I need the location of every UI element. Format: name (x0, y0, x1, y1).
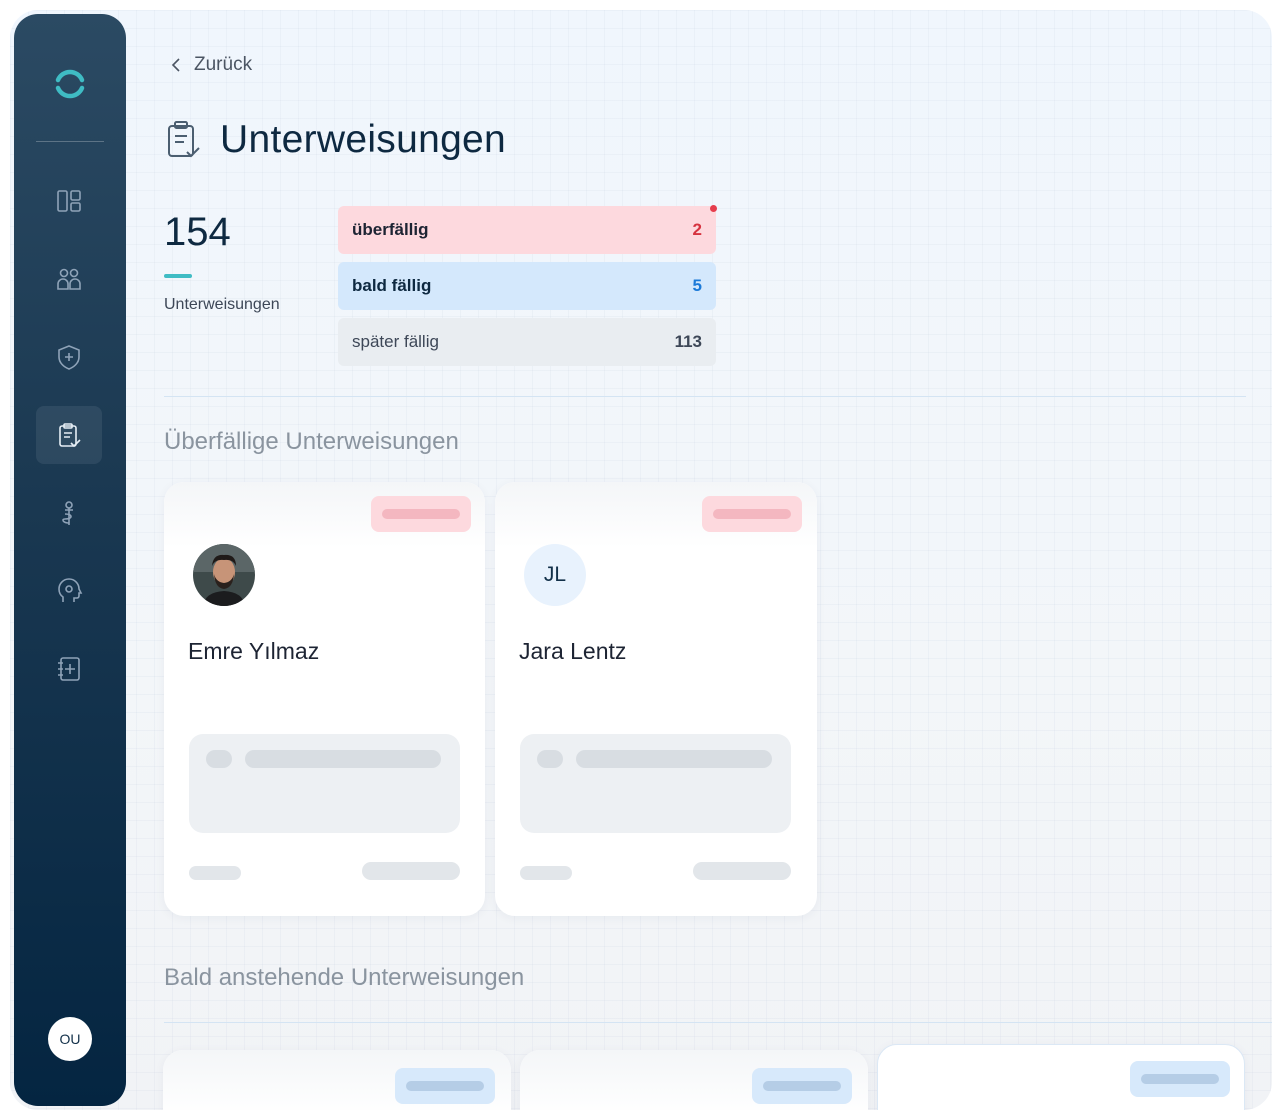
soon-count: 5 (692, 276, 702, 295)
app-logo-icon[interactable] (52, 66, 88, 102)
clipboard-check-icon (59, 423, 81, 448)
person-card[interactable]: JL Jara Lentz (495, 482, 817, 916)
filter-due-later[interactable]: später fällig 113 (338, 318, 716, 366)
total-count: 154 (164, 210, 231, 254)
status-tag (1130, 1061, 1230, 1097)
status-tag (702, 496, 802, 532)
placeholder-box (189, 734, 460, 833)
person-name: Emre Yılmaz (188, 638, 320, 664)
placeholder-line (362, 862, 460, 880)
avatar (193, 544, 255, 606)
clipboard-check-icon (168, 121, 200, 158)
placeholder-line (693, 862, 791, 880)
placeholder-line (520, 866, 572, 880)
upcoming-section-title: Bald anstehende Unterweisungen (164, 964, 525, 991)
section-divider (164, 1022, 1272, 1023)
app-window: OU Zurück Unterweisungen 154 Unterweisun… (10, 10, 1272, 1110)
chevron-left-icon (171, 58, 180, 72)
back-label: Zurück (194, 54, 253, 75)
person-photo (193, 544, 255, 606)
sidebar-item-instructions[interactable] (36, 406, 102, 464)
placeholder-line (189, 866, 241, 880)
later-label: später fällig (352, 332, 439, 351)
back-link[interactable]: Zurück (170, 54, 252, 76)
person-card[interactable] (877, 1044, 1245, 1110)
sidebar-item-medical[interactable] (36, 484, 102, 542)
later-count: 113 (674, 332, 702, 351)
medical-icon (62, 501, 73, 525)
shield-plus-icon (58, 345, 80, 370)
accent-bar (164, 274, 192, 278)
notebook-plus-icon (58, 657, 80, 681)
filter-overdue[interactable]: überfällig 2 (338, 206, 716, 254)
person-card[interactable] (163, 1050, 511, 1110)
section-divider (164, 396, 1246, 397)
status-tag (752, 1068, 852, 1104)
notification-dot (710, 205, 717, 212)
overdue-section-title: Überfällige Unterweisungen (164, 428, 459, 455)
person-card[interactable]: Emre Yılmaz (164, 482, 485, 916)
status-tag (371, 496, 471, 532)
sidebar-item-logbook[interactable] (36, 640, 102, 698)
overdue-label: überfällig (352, 220, 429, 239)
sidebar-item-people[interactable] (36, 250, 102, 308)
page-title: Unterweisungen (220, 118, 507, 161)
sidebar-item-safety[interactable] (36, 328, 102, 386)
sidebar: OU (14, 14, 126, 1106)
person-name: Jara Lentz (519, 638, 627, 664)
people-icon (57, 268, 81, 290)
total-label: Unterweisungen (164, 296, 280, 313)
filter-due-soon[interactable]: bald fällig 5 (338, 262, 716, 310)
avatar: JL (524, 544, 586, 606)
sidebar-divider (36, 141, 104, 142)
status-tag (395, 1068, 495, 1104)
sidebar-item-dashboard[interactable] (36, 172, 102, 230)
user-avatar[interactable]: OU (48, 1017, 92, 1061)
dashboard-icon (57, 190, 81, 212)
placeholder-box (520, 734, 791, 833)
person-card[interactable] (520, 1050, 868, 1110)
head-icon (58, 578, 83, 602)
soon-label: bald fällig (352, 276, 432, 295)
page-header: Unterweisungen (166, 118, 506, 162)
overdue-count: 2 (692, 220, 702, 239)
sidebar-item-mental-health[interactable] (36, 562, 102, 620)
